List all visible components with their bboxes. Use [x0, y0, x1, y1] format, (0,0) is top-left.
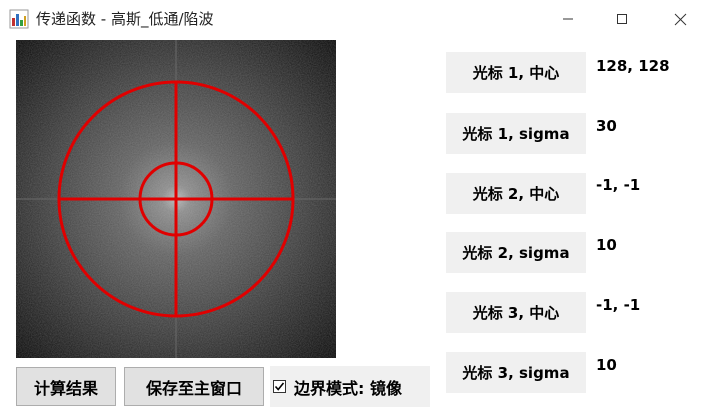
fft-spectrum-image[interactable] [16, 40, 336, 358]
maximize-icon [617, 14, 627, 24]
border-mode-label: 边界模式: 镜像 [294, 378, 402, 398]
chart-app-icon [9, 9, 29, 29]
transfer-function-window: 传递函数 - 高斯_低通/陷波 光标 1, 中心 128, 128 光标 1, … [0, 0, 711, 416]
border-mode-option[interactable]: 边界模式: 镜像 [270, 366, 430, 407]
cursor-1-sigma-value: 30 [596, 117, 617, 135]
cursor-3-center-value: -1, -1 [596, 296, 641, 314]
cursor-2-sigma-button[interactable]: 光标 2, sigma [446, 232, 586, 273]
cursor-2-center-value: -1, -1 [596, 176, 641, 194]
spectrum-preview[interactable] [16, 40, 336, 358]
close-icon [674, 13, 686, 25]
window-title: 传递函数 - 高斯_低通/陷波 [36, 10, 214, 28]
cursor-3-sigma-value: 10 [596, 356, 617, 374]
cursor-1-center-button[interactable]: 光标 1, 中心 [446, 52, 586, 93]
compute-result-button[interactable]: 计算结果 [16, 367, 116, 406]
title-bar: 传递函数 - 高斯_低通/陷波 [0, 0, 711, 38]
close-button[interactable] [654, 0, 706, 38]
cursor-1-center-value: 128, 128 [596, 57, 670, 75]
border-mode-checkbox[interactable] [273, 380, 286, 393]
checkmark-icon [274, 382, 285, 391]
maximize-button[interactable] [596, 0, 648, 38]
cursor-3-center-button[interactable]: 光标 3, 中心 [446, 292, 586, 333]
cursor-3-sigma-button[interactable]: 光标 3, sigma [446, 352, 586, 393]
cursor-2-sigma-value: 10 [596, 236, 617, 254]
cursor-1-sigma-button[interactable]: 光标 1, sigma [446, 113, 586, 154]
save-to-main-window-button[interactable]: 保存至主窗口 [124, 367, 264, 406]
cursor-2-center-button[interactable]: 光标 2, 中心 [446, 173, 586, 214]
minimize-button[interactable] [542, 0, 594, 38]
cursor-1-overlay[interactable] [57, 80, 295, 318]
minimize-icon [563, 18, 573, 20]
